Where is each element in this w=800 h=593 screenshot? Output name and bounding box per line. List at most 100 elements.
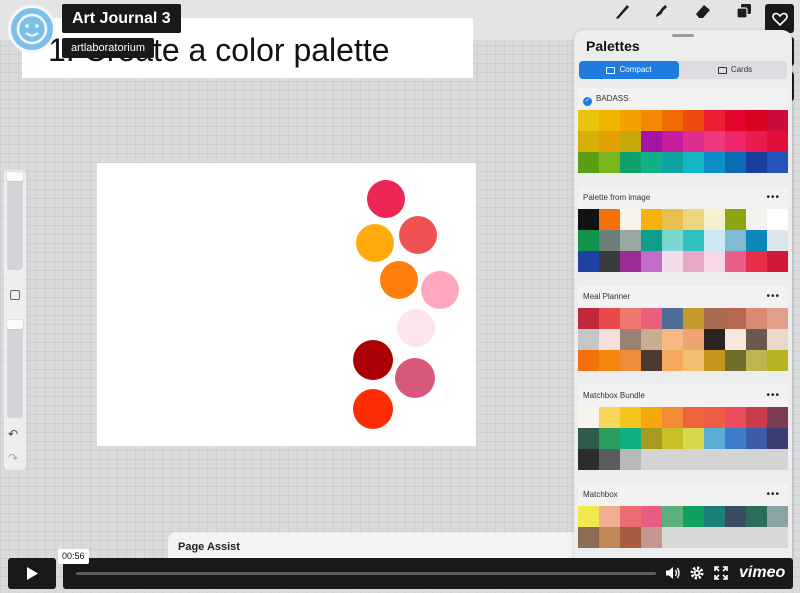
color-swatch[interactable]: [725, 230, 746, 251]
color-swatch[interactable]: [767, 350, 788, 371]
color-swatch[interactable]: [725, 329, 746, 350]
color-swatch[interactable]: [725, 308, 746, 329]
color-swatch[interactable]: [704, 449, 725, 470]
opacity-handle[interactable]: [7, 320, 23, 329]
modify-button[interactable]: [10, 290, 20, 300]
color-swatch[interactable]: [641, 209, 662, 230]
color-swatch[interactable]: [662, 428, 683, 449]
color-swatch[interactable]: [683, 230, 704, 251]
color-swatch[interactable]: [683, 110, 704, 131]
color-swatch[interactable]: [746, 350, 767, 371]
color-swatch[interactable]: [578, 230, 599, 251]
color-swatch[interactable]: [704, 428, 725, 449]
color-swatch[interactable]: [620, 329, 641, 350]
color-swatch[interactable]: [746, 527, 767, 548]
color-swatch[interactable]: [599, 251, 620, 272]
color-swatch[interactable]: [578, 350, 599, 371]
color-swatch[interactable]: [641, 329, 662, 350]
color-swatch[interactable]: [704, 152, 725, 173]
artwork-canvas[interactable]: [97, 163, 476, 446]
color-swatch[interactable]: [641, 449, 662, 470]
color-swatch[interactable]: [662, 506, 683, 527]
color-swatch[interactable]: [767, 110, 788, 131]
eraser-icon[interactable]: [694, 2, 712, 20]
color-swatch[interactable]: [767, 449, 788, 470]
color-swatch[interactable]: [746, 449, 767, 470]
color-swatch[interactable]: [704, 527, 725, 548]
color-swatch[interactable]: [662, 251, 683, 272]
color-swatch[interactable]: [746, 329, 767, 350]
vimeo-logo[interactable]: vimeo: [739, 564, 785, 582]
color-swatch[interactable]: [641, 308, 662, 329]
color-swatch[interactable]: [578, 152, 599, 173]
color-swatch[interactable]: [767, 527, 788, 548]
color-swatch[interactable]: [620, 407, 641, 428]
color-swatch[interactable]: [683, 506, 704, 527]
color-swatch[interactable]: [662, 350, 683, 371]
color-swatch[interactable]: [767, 209, 788, 230]
smudge-icon[interactable]: [652, 2, 670, 20]
palette-header[interactable]: Matchbox •••: [578, 484, 788, 506]
color-swatch[interactable]: [725, 209, 746, 230]
color-swatch[interactable]: [704, 230, 725, 251]
color-swatch[interactable]: [641, 152, 662, 173]
color-swatch[interactable]: [620, 230, 641, 251]
color-swatch[interactable]: [704, 131, 725, 152]
color-swatch[interactable]: [725, 407, 746, 428]
color-swatch[interactable]: [578, 329, 599, 350]
color-swatch[interactable]: [620, 308, 641, 329]
brush-icon[interactable]: [613, 2, 631, 20]
redo-icon[interactable]: ↷: [8, 452, 18, 464]
color-swatch[interactable]: [767, 407, 788, 428]
color-swatch[interactable]: [578, 308, 599, 329]
color-swatch[interactable]: [641, 131, 662, 152]
color-swatch[interactable]: [662, 131, 683, 152]
color-swatch[interactable]: [683, 131, 704, 152]
color-swatch[interactable]: [578, 527, 599, 548]
color-swatch[interactable]: [578, 428, 599, 449]
color-swatch[interactable]: [704, 308, 725, 329]
color-swatch[interactable]: [767, 329, 788, 350]
color-swatch[interactable]: [620, 152, 641, 173]
color-swatch[interactable]: [578, 449, 599, 470]
color-swatch[interactable]: [746, 506, 767, 527]
color-swatch[interactable]: [704, 251, 725, 272]
brush-size-slider[interactable]: [7, 174, 23, 270]
color-swatch[interactable]: [641, 251, 662, 272]
color-swatch[interactable]: [578, 506, 599, 527]
more-options-icon[interactable]: •••: [766, 385, 780, 407]
layers-icon[interactable]: [735, 2, 753, 20]
color-swatch[interactable]: [725, 428, 746, 449]
color-swatch[interactable]: [662, 308, 683, 329]
color-swatch[interactable]: [620, 449, 641, 470]
color-swatch[interactable]: [767, 230, 788, 251]
color-swatch[interactable]: [683, 449, 704, 470]
color-swatch[interactable]: [641, 110, 662, 131]
color-swatch[interactable]: [746, 152, 767, 173]
color-swatch[interactable]: [683, 152, 704, 173]
video-author[interactable]: artlaboratorium: [62, 38, 154, 58]
color-swatch[interactable]: [704, 110, 725, 131]
author-avatar[interactable]: [8, 5, 56, 53]
color-swatch[interactable]: [746, 428, 767, 449]
color-swatch[interactable]: [599, 131, 620, 152]
palette-header[interactable]: Matchbox Bundle •••: [578, 385, 788, 407]
color-swatch[interactable]: [704, 407, 725, 428]
color-swatch[interactable]: [746, 131, 767, 152]
color-swatch[interactable]: [683, 527, 704, 548]
play-button[interactable]: [8, 558, 56, 589]
color-swatch[interactable]: [599, 506, 620, 527]
color-swatch[interactable]: [599, 230, 620, 251]
color-swatch[interactable]: [599, 428, 620, 449]
color-swatch[interactable]: [683, 350, 704, 371]
progress-bar[interactable]: [76, 572, 656, 575]
color-swatch[interactable]: [767, 428, 788, 449]
panel-grabber[interactable]: [672, 34, 694, 37]
color-swatch[interactable]: [599, 152, 620, 173]
color-swatch[interactable]: [578, 110, 599, 131]
color-swatch[interactable]: [725, 506, 746, 527]
palette-header[interactable]: ✓ BADASS: [578, 88, 788, 110]
color-swatch[interactable]: [641, 428, 662, 449]
color-swatch[interactable]: [578, 251, 599, 272]
color-swatch[interactable]: [599, 329, 620, 350]
